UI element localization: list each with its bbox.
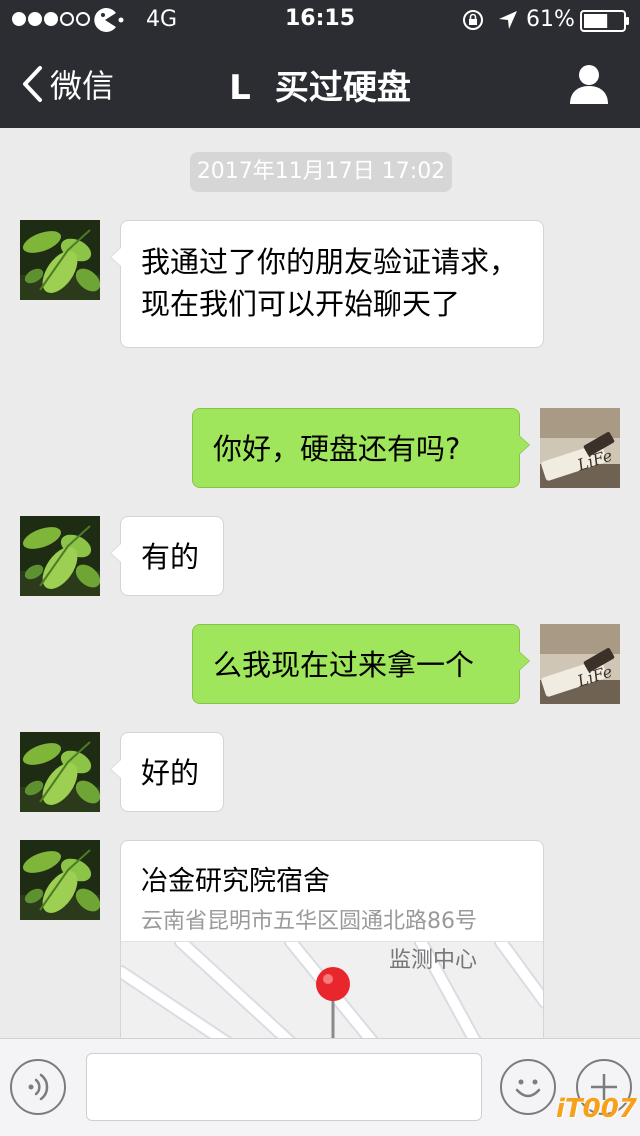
location-name: 冶金研究院宿舍 <box>141 866 330 897</box>
battery-percent: 61% <box>526 7 575 32</box>
battery-icon <box>580 10 629 32</box>
leaf-avatar-image <box>20 732 100 812</box>
incoming-message-bubble[interactable]: 好的 <box>110 732 224 812</box>
orientation-lock-icon <box>463 10 483 30</box>
emoji-button[interactable] <box>500 1059 556 1115</box>
leaf-avatar-image <box>20 220 100 300</box>
watermark-logo: iT007 <box>556 1094 637 1124</box>
life-avatar-image <box>540 408 620 488</box>
life-avatar-image <box>540 624 620 704</box>
incoming-message-bubble[interactable]: 我通过了你的朋友验证请求，现在我们可以开始聊天了 <box>110 220 544 348</box>
outgoing-message-bubble[interactable]: 你好，硬盘还有吗? <box>192 408 530 488</box>
chat-timestamp: 2017年11月17日 17:02 <box>190 152 452 192</box>
map-poi-label: 监测中心 <box>389 948 478 973</box>
contact-avatar[interactable] <box>20 840 100 920</box>
navigation-bar: 微信 L 买过硬盘 <box>0 40 640 128</box>
title-text: 买过硬盘 <box>274 68 411 108</box>
chat-title: L 买过硬盘 <box>0 60 640 109</box>
my-avatar[interactable] <box>540 408 620 488</box>
leaf-avatar-image <box>20 840 100 920</box>
contact-avatar[interactable] <box>20 732 100 812</box>
contact-avatar[interactable] <box>20 220 100 300</box>
status-bar: 4G 16:15 61% <box>0 0 640 40</box>
voice-button[interactable] <box>10 1059 66 1115</box>
leaf-avatar-image <box>20 516 100 596</box>
input-bar <box>0 1038 640 1136</box>
location-arrow-icon <box>499 11 517 29</box>
location-message-card[interactable]: 冶金研究院宿舍 云南省昆明市五华区圆通北路86号 监测中心 <box>120 840 544 1050</box>
my-avatar[interactable] <box>540 624 620 704</box>
location-address: 云南省昆明市五华区圆通北路86号 <box>141 909 477 934</box>
title-initial: L <box>229 68 251 108</box>
person-icon[interactable] <box>568 64 610 104</box>
voice-icon <box>28 1073 49 1101</box>
contact-avatar[interactable] <box>20 516 100 596</box>
outgoing-message-bubble[interactable]: 么我现在过来拿一个 <box>192 624 530 704</box>
incoming-message-bubble[interactable]: 有的 <box>110 516 224 596</box>
map-streets-graphic <box>121 942 543 1049</box>
emoji-icon <box>515 1079 541 1098</box>
message-input[interactable] <box>86 1053 482 1121</box>
location-map-preview: 监测中心 <box>121 941 543 1049</box>
top-bar: 4G 16:15 61% 微信 L 买过硬盘 <box>0 0 640 128</box>
